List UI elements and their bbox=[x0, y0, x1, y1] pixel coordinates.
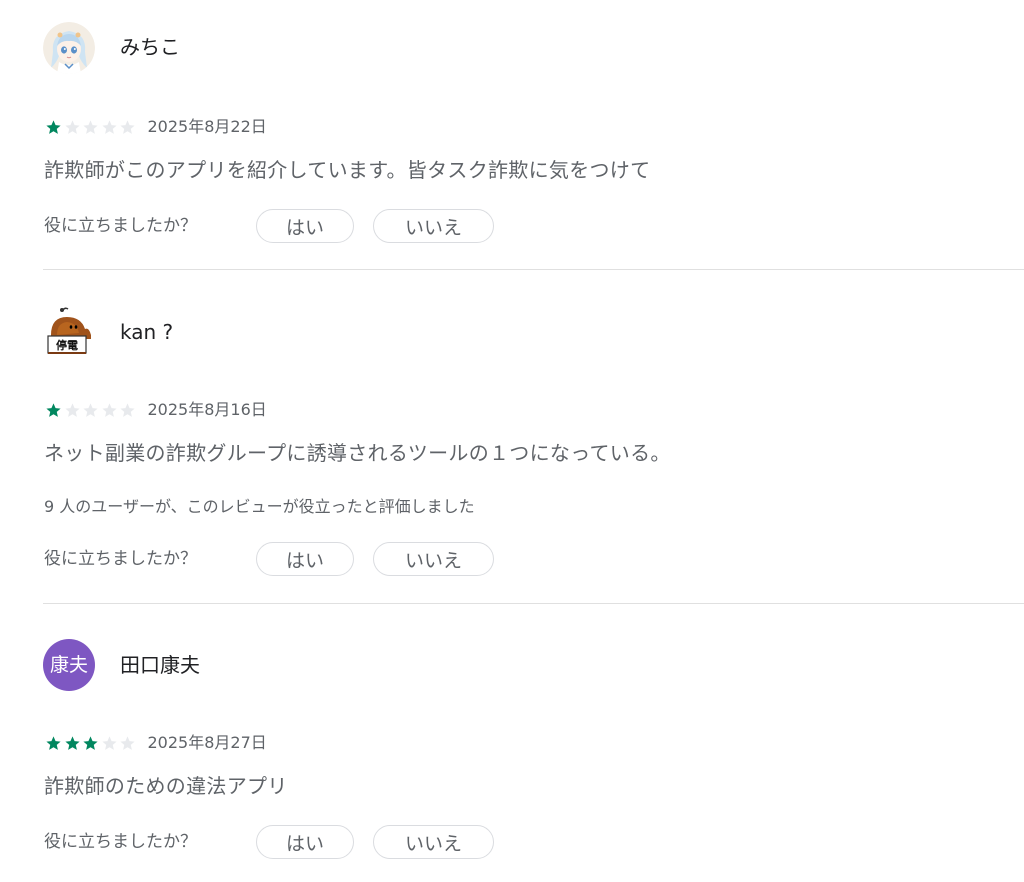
star-filled-icon bbox=[46, 119, 61, 134]
star-filled-icon bbox=[83, 735, 98, 750]
star-empty-icon bbox=[83, 119, 98, 134]
helpful-question: 役に立ちましたか？ bbox=[44, 549, 197, 569]
helpful-question: 役に立ちましたか？ bbox=[44, 216, 197, 236]
helpful-row: 役に立ちましたか？ はい いいえ bbox=[44, 823, 494, 861]
review-date: 2025年8月22日 bbox=[147, 117, 267, 136]
helpful-row: 役に立ちましたか？ はい いいえ bbox=[44, 540, 494, 578]
star-empty-icon bbox=[120, 735, 135, 750]
helpful-yes-button[interactable]: はい bbox=[256, 542, 354, 576]
helpful-yes-button[interactable]: はい bbox=[256, 209, 354, 243]
review-text: 詐欺師がこのアプリを紹介しています。皆タスク詐欺に気をつけて bbox=[44, 158, 651, 182]
helpful-no-button[interactable]: いいえ bbox=[373, 209, 494, 243]
rating-row: 2025年8月22日 bbox=[45, 117, 267, 137]
rating-row: 2025年8月27日 bbox=[45, 733, 267, 753]
author-name: kan ? bbox=[120, 320, 174, 344]
author-avatar bbox=[43, 22, 95, 74]
star-rating bbox=[45, 735, 138, 752]
star-rating bbox=[45, 119, 138, 136]
star-empty-icon bbox=[101, 735, 117, 750]
power-outage-cat-avatar-icon: 停電 bbox=[43, 305, 95, 357]
star-empty-icon bbox=[64, 119, 80, 134]
author-avatar: 停電 bbox=[43, 305, 95, 357]
review-divider bbox=[43, 269, 1024, 270]
star-filled-icon bbox=[64, 735, 80, 750]
helpful-count-text: 9 人のユーザーが、このレビューが役立ったと評価しました bbox=[44, 497, 475, 516]
star-empty-icon bbox=[101, 402, 117, 417]
helpful-row: 役に立ちましたか？ はい いいえ bbox=[44, 207, 494, 245]
helpful-no-button[interactable]: いいえ bbox=[373, 542, 494, 576]
avatar-sign-text: 停電 bbox=[56, 338, 78, 352]
helpful-question: 役に立ちましたか？ bbox=[44, 832, 197, 852]
anime-girl-avatar-icon bbox=[43, 22, 95, 74]
star-empty-icon bbox=[64, 402, 80, 417]
helpful-no-button[interactable]: いいえ bbox=[373, 825, 494, 859]
review-date: 2025年8月16日 bbox=[147, 400, 267, 419]
rating-row: 2025年8月16日 bbox=[45, 400, 267, 420]
star-rating bbox=[45, 402, 138, 419]
star-empty-icon bbox=[83, 402, 98, 417]
author-name: 田口康夫 bbox=[120, 653, 200, 677]
author-avatar: 康夫 bbox=[43, 639, 95, 691]
star-empty-icon bbox=[101, 119, 117, 134]
helpful-yes-button[interactable]: はい bbox=[256, 825, 354, 859]
review-date: 2025年8月27日 bbox=[147, 733, 267, 752]
star-empty-icon bbox=[120, 119, 135, 134]
star-filled-icon bbox=[46, 735, 61, 750]
review-divider bbox=[43, 603, 1024, 604]
avatar-initials: 康夫 bbox=[49, 654, 88, 676]
star-empty-icon bbox=[120, 402, 135, 417]
review-text: 詐欺師のための違法アプリ bbox=[44, 774, 288, 798]
star-filled-icon bbox=[46, 402, 61, 417]
author-name: みちこ bbox=[120, 35, 180, 59]
review-text: ネット副業の詐欺グループに誘導されるツールの１つになっている。 bbox=[44, 441, 671, 465]
